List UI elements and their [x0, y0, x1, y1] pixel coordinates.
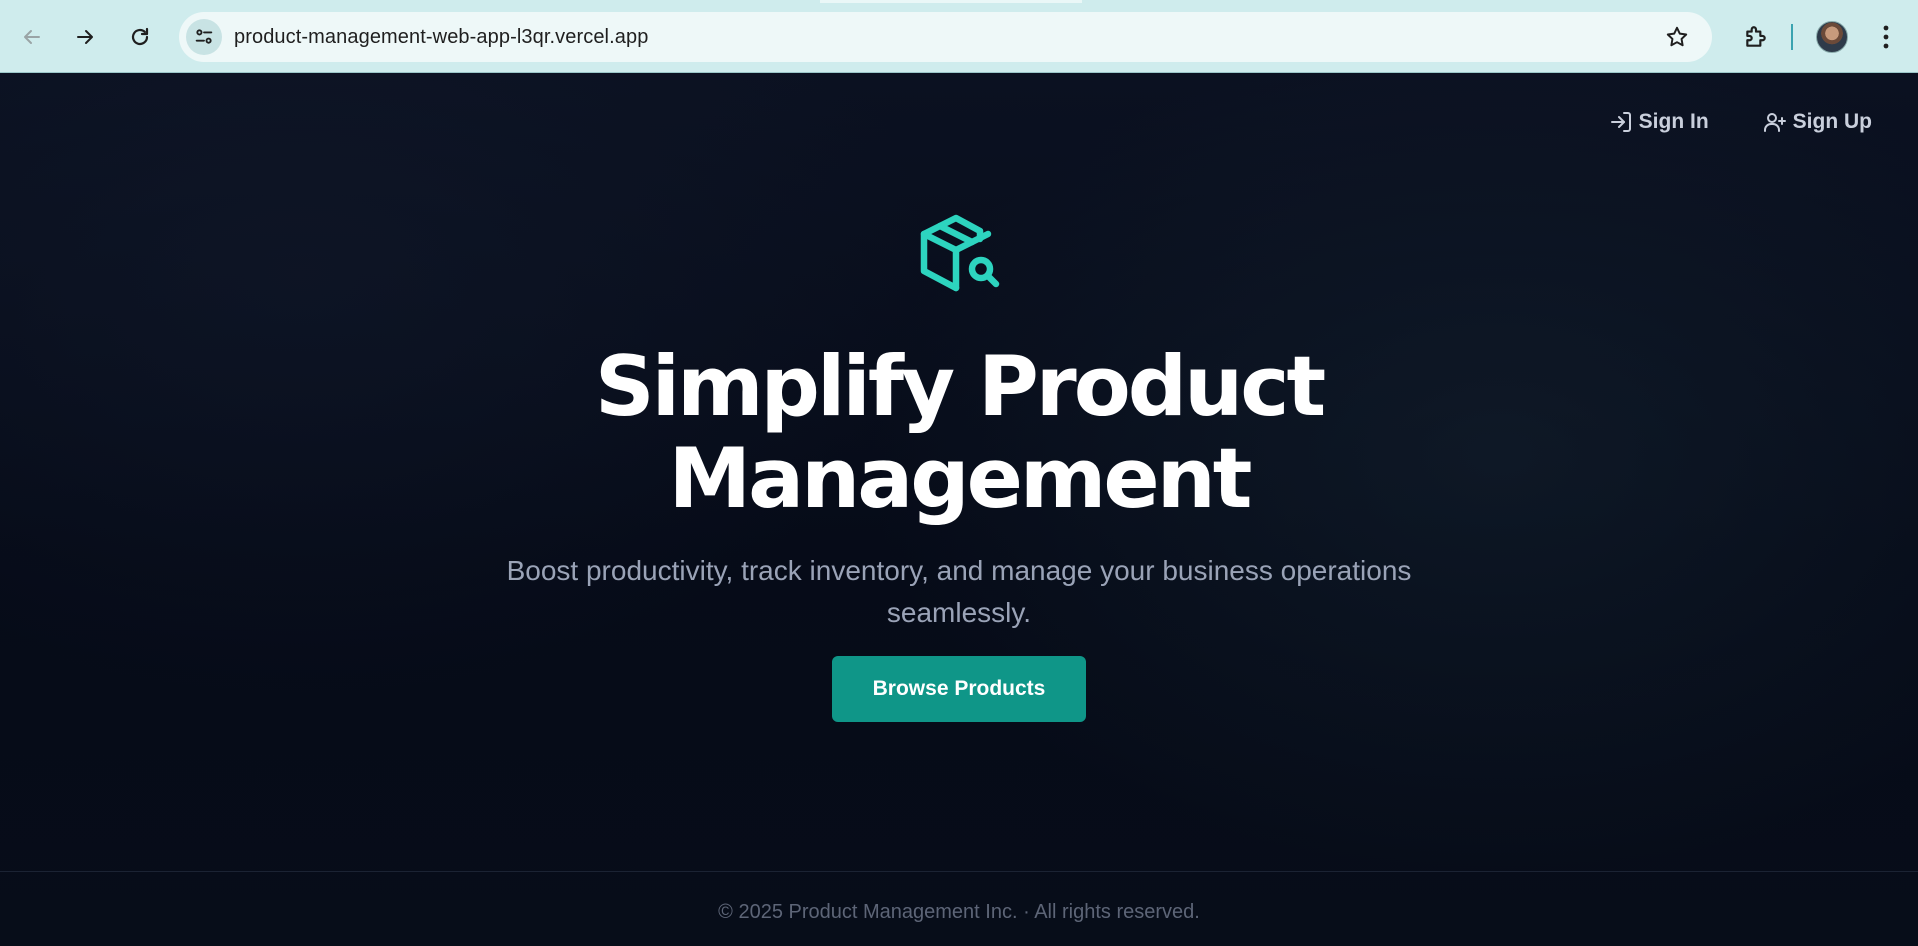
- hero-subtitle: Boost productivity, track inventory, and…: [506, 555, 1412, 628]
- tune-icon: [195, 29, 213, 44]
- profile-avatar[interactable]: [1816, 21, 1848, 53]
- browser-menu-button[interactable]: [1868, 17, 1904, 57]
- arrow-right-icon: [77, 30, 93, 44]
- log-in-icon: [1610, 112, 1631, 132]
- bookmark-button[interactable]: [1662, 22, 1692, 52]
- toolbar-divider: [1791, 24, 1793, 50]
- browser-toolbar: product-management-web-app-l3qr.vercel.a…: [0, 0, 1918, 73]
- user-plus-icon: [1763, 113, 1786, 132]
- arrow-left-icon: [24, 30, 40, 44]
- footer-copyright: © 2025 Product Management Inc. · All rig…: [718, 901, 1200, 923]
- top-nav: Sign In Sign Up: [1609, 110, 1872, 134]
- puzzle-icon: [1746, 26, 1766, 47]
- reload-button[interactable]: [120, 17, 160, 57]
- hero-title: Simplify Product Management: [0, 341, 1918, 525]
- extensions-button[interactable]: [1736, 17, 1776, 57]
- forward-button[interactable]: [65, 17, 105, 57]
- hero-title-line2: Management: [668, 430, 1253, 527]
- site-info-button[interactable]: [186, 19, 222, 55]
- active-tab-edge: [820, 0, 1082, 3]
- sign-in-label: Sign In: [1638, 110, 1709, 133]
- browse-products-button[interactable]: Browse Products: [832, 656, 1086, 722]
- package-search-icon: [920, 214, 1000, 292]
- url-text[interactable]: product-management-web-app-l3qr.vercel.a…: [234, 26, 648, 49]
- sign-up-label: Sign Up: [1792, 110, 1872, 133]
- sign-up-link[interactable]: Sign Up: [1763, 110, 1872, 134]
- address-bar[interactable]: product-management-web-app-l3qr.vercel.a…: [179, 12, 1712, 62]
- footer-divider: [0, 871, 1918, 872]
- star-icon: [1666, 26, 1688, 47]
- hero-title-line1: Simplify Product: [594, 338, 1326, 435]
- sign-in-link[interactable]: Sign In: [1609, 110, 1709, 134]
- landing-page: Sign In Sign Up Simplify Product Managem…: [0, 73, 1918, 946]
- reload-icon: [131, 27, 149, 46]
- kebab-menu-icon: [1883, 25, 1889, 49]
- back-button[interactable]: [12, 17, 52, 57]
